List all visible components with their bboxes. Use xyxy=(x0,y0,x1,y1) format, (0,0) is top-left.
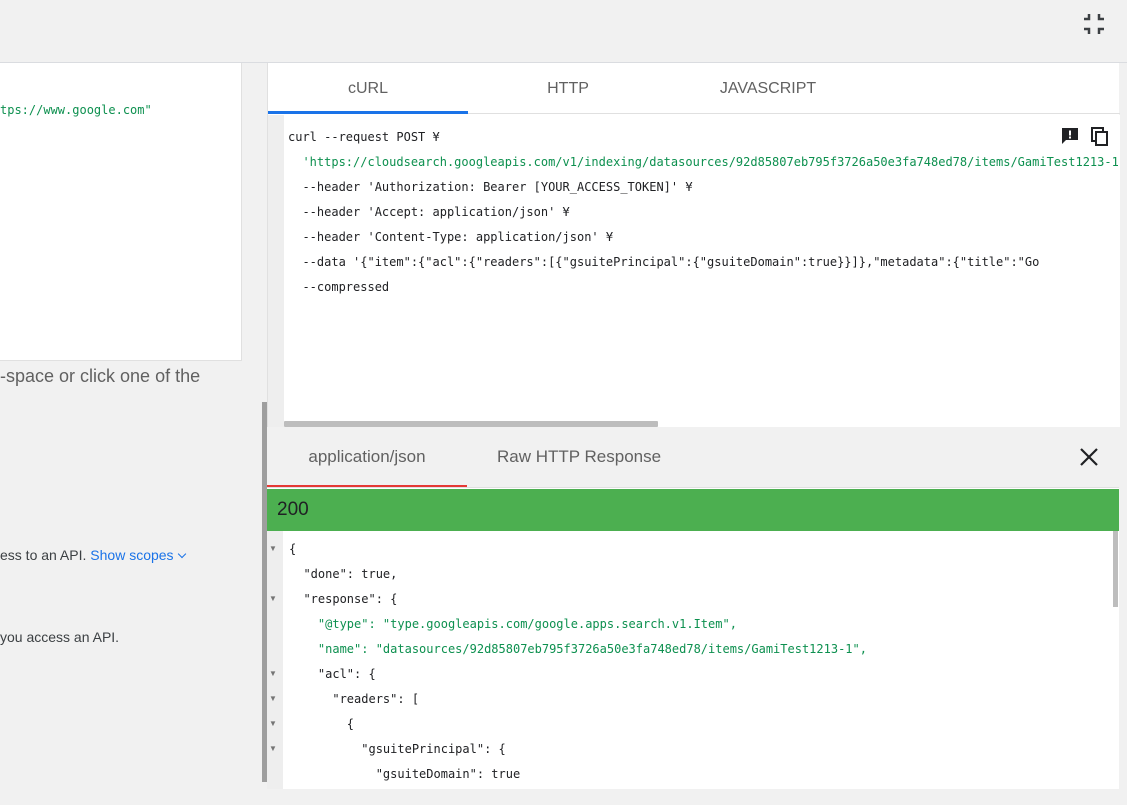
chevron-down-icon xyxy=(177,549,186,559)
json-line: { xyxy=(289,542,297,556)
exit-fullscreen-icon[interactable] xyxy=(1080,10,1108,38)
code-gutter xyxy=(268,115,284,427)
json-line: "response": { xyxy=(289,592,398,606)
json-lines: { "done": true, "response": { "@type": "… xyxy=(289,537,867,787)
vertical-scrollbar[interactable] xyxy=(1113,531,1118,607)
request-body-url: tps://www.google.com" xyxy=(0,103,152,117)
code-line: curl --request POST ¥ xyxy=(288,130,440,144)
json-line: "done": true, xyxy=(289,567,398,581)
json-line: "name": "datasources/92d85807eb795f3726a… xyxy=(289,642,867,656)
status-bar: 200 xyxy=(267,489,1119,531)
copy-icon[interactable] xyxy=(1089,125,1111,147)
request-panel: cURL HTTP JAVASCRIPT curl --request POST… xyxy=(267,63,1120,427)
tab-javascript[interactable]: JAVASCRIPT xyxy=(668,63,868,114)
status-code: 200 xyxy=(277,499,309,520)
show-scopes-link[interactable]: Show scopes xyxy=(90,547,186,563)
code-line: --data '{"item":{"acl":{"readers":[{"gsu… xyxy=(288,255,1040,269)
code-lines: curl --request POST ¥ 'https://cloudsear… xyxy=(288,125,1118,300)
fold-arrow-icon[interactable]: ▼ xyxy=(269,744,277,753)
tab-raw-http-response[interactable]: Raw HTTP Response xyxy=(497,427,661,487)
json-line: "readers": [ xyxy=(289,692,420,706)
code-line: 'https://cloudsearch.googleapis.com/v1/i… xyxy=(288,155,1118,169)
fold-arrow-icon[interactable]: ▼ xyxy=(269,694,277,703)
tab-http[interactable]: HTTP xyxy=(468,63,668,114)
code-line: --header 'Authorization: Bearer [YOUR_AC… xyxy=(288,180,693,194)
json-line: "acl": { xyxy=(289,667,376,681)
request-tabs: cURL HTTP JAVASCRIPT xyxy=(268,63,1120,114)
fold-arrow-icon[interactable]: ▼ xyxy=(269,669,277,678)
response-tabs: application/json Raw HTTP Response xyxy=(267,427,1119,488)
fold-arrow-icon[interactable]: ▼ xyxy=(269,719,277,728)
scopes-text: ess to an API. xyxy=(0,547,87,563)
code-line: --header 'Content-Type: application/json… xyxy=(288,230,614,244)
request-body-editor[interactable]: tps://www.google.com" xyxy=(0,63,242,361)
api-key-description: you access an API. xyxy=(0,629,120,645)
json-line: "gsuitePrincipal": { xyxy=(289,742,506,756)
close-icon[interactable] xyxy=(1075,443,1103,471)
tab-application-json[interactable]: application/json xyxy=(267,427,467,487)
code-line: --header 'Accept: application/json' ¥ xyxy=(288,205,570,219)
json-gutter: ▼ ▼ ▼ ▼ ▼ ▼ xyxy=(267,531,283,789)
json-line: "gsuiteDomain": true xyxy=(289,767,521,781)
tab-curl[interactable]: cURL xyxy=(268,63,468,114)
fold-arrow-icon[interactable]: ▼ xyxy=(269,544,277,553)
json-line: { xyxy=(289,717,355,731)
top-bar xyxy=(0,0,1127,63)
scopes-description: ess to an API. Show scopes xyxy=(0,547,186,563)
fold-arrow-icon[interactable]: ▼ xyxy=(269,594,277,603)
show-scopes-label: Show scopes xyxy=(90,547,174,563)
request-code[interactable]: curl --request POST ¥ 'https://cloudsear… xyxy=(268,115,1120,427)
response-json[interactable]: ▼ ▼ ▼ ▼ ▼ ▼ { "done": true, "response": … xyxy=(267,531,1119,789)
feedback-icon[interactable] xyxy=(1059,125,1081,147)
response-panel: application/json Raw HTTP Response 200 ▼… xyxy=(267,427,1119,789)
code-line: --compressed xyxy=(288,280,390,294)
json-line: "@type": "type.googleapis.com/google.app… xyxy=(289,617,737,631)
editor-hint-text: -space or click one of the xyxy=(0,366,201,386)
